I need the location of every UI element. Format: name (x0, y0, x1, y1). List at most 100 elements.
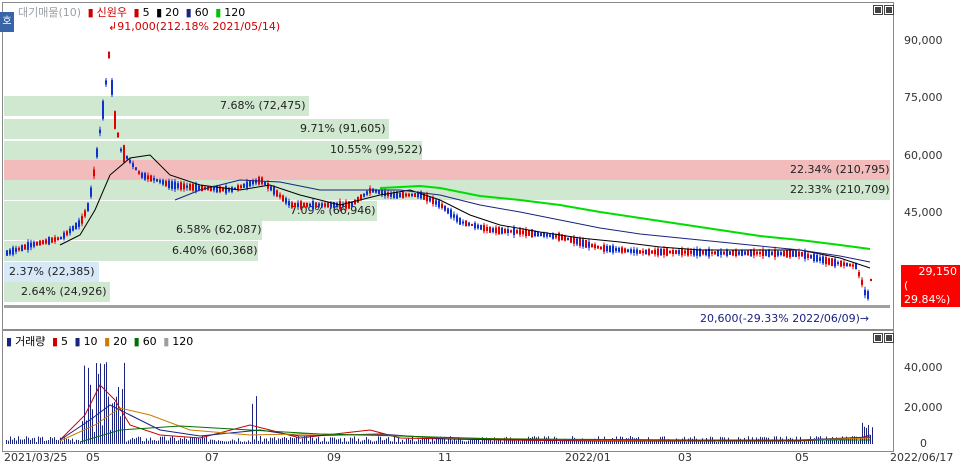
volume-bar (404, 441, 405, 444)
candle (231, 187, 233, 192)
candle (570, 236, 572, 243)
date-axis-label: 05 (795, 451, 809, 464)
candle (282, 195, 284, 202)
volume-bar (246, 441, 247, 444)
volume-bar (24, 439, 25, 444)
volume-bar (558, 441, 559, 444)
candle (513, 228, 515, 236)
volume-bar (608, 441, 609, 444)
candle (273, 187, 275, 195)
candle (72, 226, 74, 231)
volume-bar (578, 440, 579, 444)
candle (99, 129, 101, 134)
volume-bar (200, 438, 201, 444)
volume-bar (334, 437, 335, 444)
candle (438, 200, 440, 208)
candle (465, 220, 467, 227)
candle (144, 173, 146, 180)
volume-bar (278, 438, 279, 444)
candle (117, 132, 119, 138)
candle (636, 249, 638, 254)
volume-bar (492, 441, 493, 444)
candle (306, 202, 308, 208)
candle (576, 238, 578, 245)
volume-bar (114, 401, 115, 444)
volume-bar (290, 437, 291, 444)
candle (600, 246, 602, 250)
volume-bar (342, 441, 343, 444)
volume-bar (62, 441, 63, 444)
candle (276, 190, 278, 197)
candle (555, 235, 557, 238)
candle (480, 224, 482, 230)
candle (765, 250, 767, 256)
volume-bar (280, 438, 281, 444)
volume-bar (150, 437, 151, 444)
volume-bar (68, 438, 69, 444)
volume-bar (18, 436, 19, 444)
candle (408, 193, 410, 197)
volume-bar (392, 441, 393, 444)
volume-bar (196, 437, 197, 444)
candle (789, 250, 791, 258)
volume-bar (222, 440, 223, 444)
candle (537, 232, 539, 237)
current-price-change: ( 29.84%) (904, 279, 951, 306)
volume-bar (66, 438, 67, 444)
candle (690, 250, 692, 254)
volume-bar (340, 438, 341, 444)
volume-bar (48, 440, 49, 444)
candle (447, 208, 449, 214)
volume-bar (502, 441, 503, 444)
volume-bar (72, 438, 73, 444)
volume-bar (802, 441, 803, 444)
volume-bar (54, 437, 55, 444)
candle (528, 230, 530, 236)
candle (549, 234, 551, 237)
candle (498, 226, 500, 235)
candle (660, 248, 662, 256)
volume-bar (318, 436, 319, 444)
volume-bar (76, 439, 77, 444)
candle (249, 181, 251, 187)
candle (591, 243, 593, 248)
volume-bar (38, 436, 39, 444)
price-axis-label: 75,000 (904, 91, 943, 104)
volume-bar (266, 438, 267, 444)
candle (777, 251, 779, 256)
candle (828, 258, 830, 265)
candle (39, 240, 41, 246)
volume-bar (316, 438, 317, 444)
volume-bar (276, 440, 277, 444)
volume-bar (22, 439, 23, 444)
volume-bar (44, 441, 45, 444)
candle (186, 185, 188, 188)
volume-bar (70, 440, 71, 444)
candle (558, 232, 560, 241)
volume-bar (36, 441, 37, 444)
volume-bar (100, 363, 101, 444)
volume-bar (718, 441, 719, 444)
candle (240, 185, 242, 188)
volume-bar (460, 438, 461, 444)
volume-bar (570, 440, 571, 444)
candle (51, 237, 53, 243)
volume-bar (204, 437, 205, 444)
candle (411, 193, 413, 197)
candle (846, 262, 848, 267)
volume-bar (384, 439, 385, 444)
candle (291, 202, 293, 208)
candle (195, 183, 197, 192)
volume-bar (454, 438, 455, 444)
candle (543, 233, 545, 237)
candle (654, 249, 656, 255)
volume-bar (6, 440, 7, 444)
low-annotation-label: 20,600(-29.33% 2022/06/09) (700, 312, 860, 325)
volume-bar (244, 441, 245, 444)
volume-bar (860, 437, 861, 444)
candle (369, 188, 371, 194)
candle (105, 80, 107, 85)
price-axis-label: 90,000 (904, 34, 943, 47)
volume-bar (78, 440, 79, 444)
candle (756, 251, 758, 255)
